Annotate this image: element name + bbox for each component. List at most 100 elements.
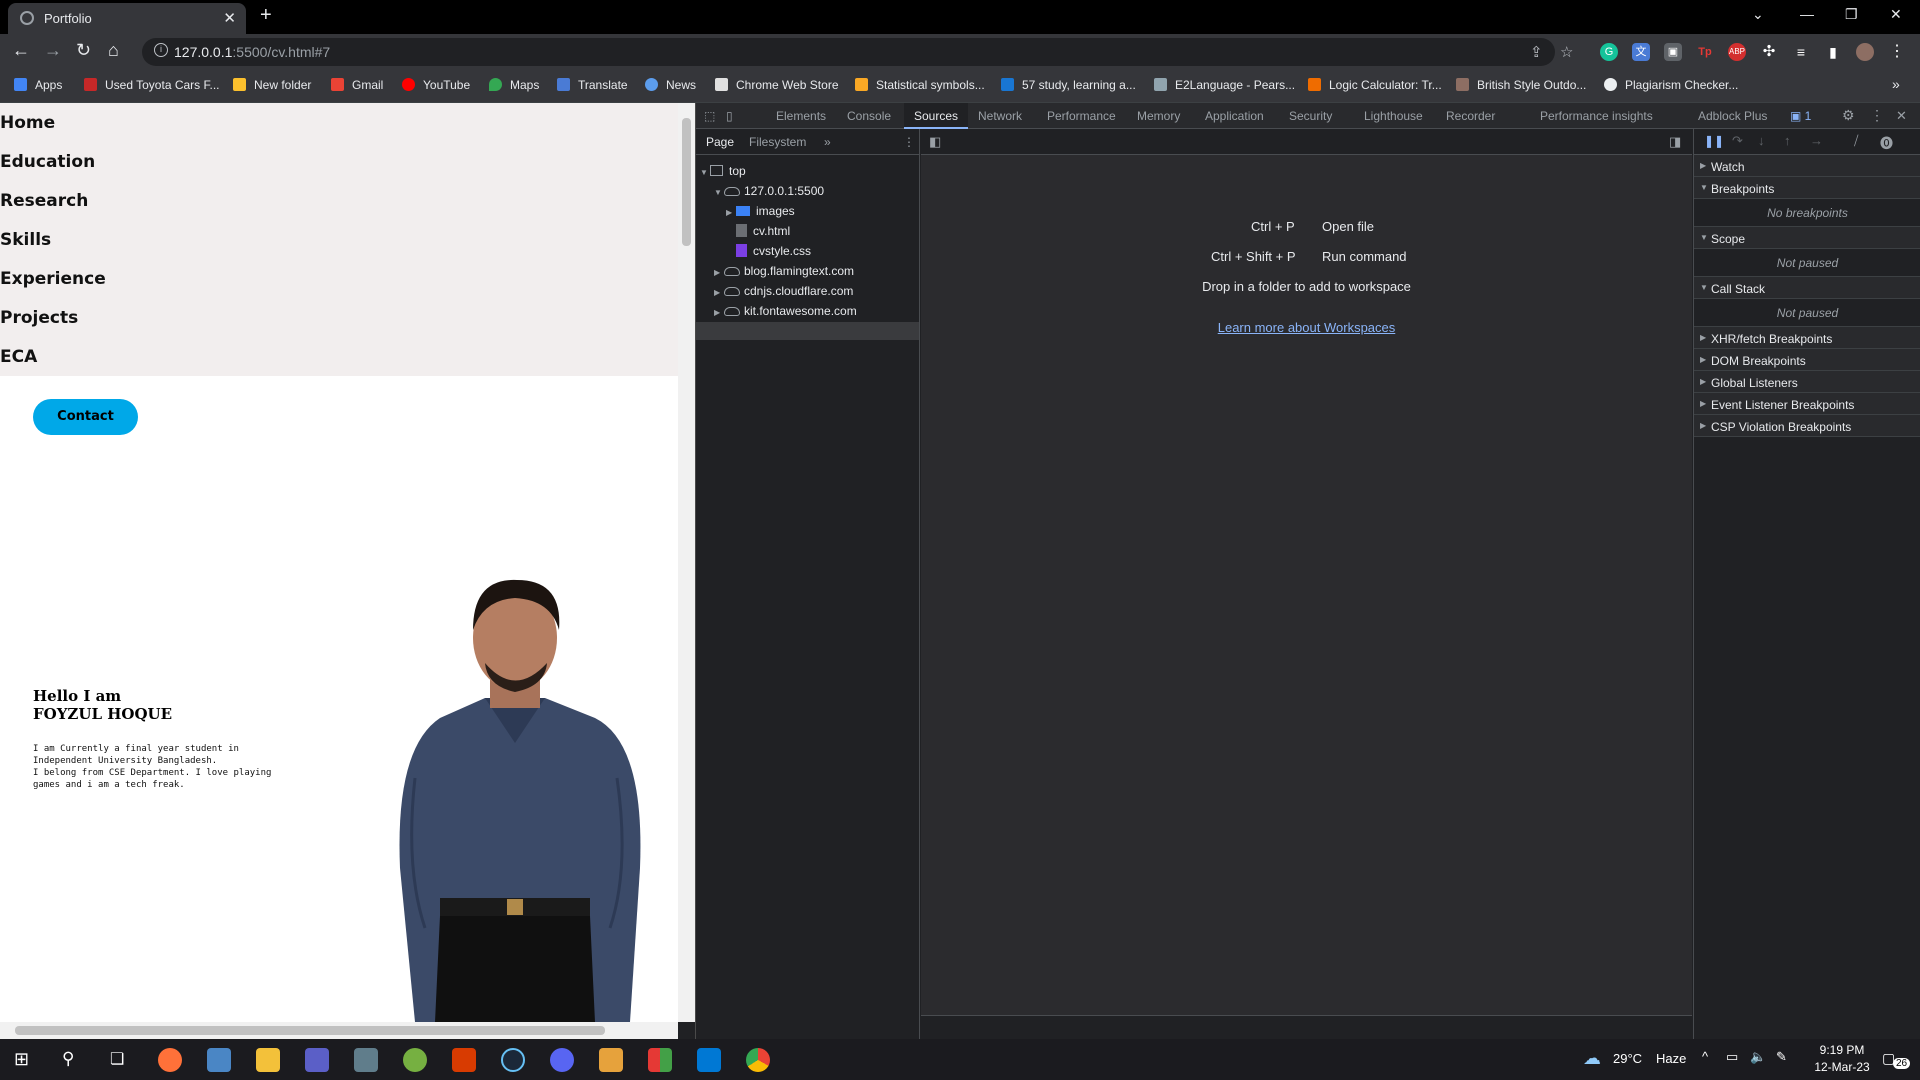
tree-images-folder[interactable]: ▶ images (726, 204, 795, 218)
more-options-icon[interactable]: ⋮ (1870, 107, 1884, 124)
minimize-icon[interactable]: — (1800, 6, 1814, 22)
avatar[interactable] (1856, 43, 1874, 61)
tab-network[interactable]: Network (978, 109, 1022, 123)
pause-icon[interactable]: ❚❚ (1704, 134, 1724, 148)
vscode-icon[interactable] (697, 1048, 721, 1072)
task-view-icon[interactable]: ❏ (110, 1049, 124, 1069)
watch-section[interactable]: ▶ Watch (1694, 155, 1920, 177)
grammarly-icon[interactable]: G (1600, 43, 1618, 61)
search-icon[interactable]: ⚲ (62, 1049, 74, 1069)
page-vertical-scrollbar[interactable] (678, 103, 695, 1022)
page-horizontal-scrollbar[interactable] (0, 1022, 678, 1039)
nav-skills[interactable]: Skills (0, 230, 51, 250)
app-icon[interactable] (648, 1048, 672, 1072)
tree-file-css[interactable]: cvstyle.css (736, 244, 811, 258)
nav-education[interactable]: Education (0, 152, 95, 172)
deactivate-breakpoints-icon[interactable]: ⧸ (1854, 133, 1858, 149)
browser-tab[interactable]: Portfolio ✕ (8, 3, 246, 34)
contact-button[interactable]: Contact (33, 399, 138, 435)
navigator-menu-icon[interactable]: ⋮ (903, 135, 915, 149)
tab-performance[interactable]: Performance (1047, 109, 1116, 123)
tp-ext-icon[interactable]: Tp (1696, 43, 1714, 61)
teams-icon[interactable] (305, 1048, 329, 1072)
tab-memory[interactable]: Memory (1137, 109, 1180, 123)
more-tabs-icon[interactable]: » (824, 135, 831, 149)
bookmark-star-icon[interactable]: ☆ (1560, 43, 1573, 61)
inspect-icon[interactable]: ⬚ (704, 109, 715, 123)
breakpoints-section[interactable]: ▼ Breakpoints (1694, 177, 1920, 199)
volume-icon[interactable]: 🔈 (1750, 1049, 1766, 1065)
tab-elements[interactable]: Elements (776, 109, 826, 123)
toggle-navigator-icon[interactable]: ◧ (929, 134, 941, 150)
bookmark-item[interactable]: E2Language - Pears... (1154, 78, 1295, 92)
bookmark-item[interactable]: News (645, 78, 696, 92)
tree-domain[interactable]: ▶ cdnjs.cloudflare.com (714, 284, 853, 298)
csp-violation-breakpoints-section[interactable]: ▶ CSP Violation Breakpoints (1694, 415, 1920, 437)
close-devtools-icon[interactable]: ✕ (1896, 108, 1907, 124)
bookmark-item[interactable]: YouTube (402, 78, 470, 92)
store-icon[interactable] (354, 1048, 378, 1072)
dom-breakpoints-section[interactable]: ▶ DOM Breakpoints (1694, 349, 1920, 371)
bookmark-item[interactable]: Logic Calculator: Tr... (1308, 78, 1442, 92)
side-panel-icon[interactable]: ▮ (1824, 43, 1842, 61)
toggle-debugger-icon[interactable]: ◨ (1669, 134, 1681, 150)
pen-icon[interactable]: ✎ (1776, 1049, 1787, 1065)
more-bookmarks-icon[interactable]: » (1892, 76, 1900, 92)
tree-file-cv[interactable]: cv.html (736, 224, 790, 238)
tree-domain[interactable]: ▶ blog.flamingtext.com (714, 264, 854, 278)
bookmark-item[interactable]: Used Toyota Cars F... (84, 78, 220, 92)
bookmark-item[interactable]: Chrome Web Store (715, 78, 839, 92)
tray-chevron-icon[interactable]: ^ (1702, 1049, 1708, 1064)
tab-console[interactable]: Console (847, 109, 891, 123)
network-icon[interactable]: ▭ (1726, 1049, 1738, 1065)
bookmark-item[interactable]: Plagiarism Checker... (1604, 78, 1738, 92)
tab-filesystem[interactable]: Filesystem (749, 135, 806, 149)
utorrent-icon[interactable] (403, 1048, 427, 1072)
xhr-breakpoints-section[interactable]: ▶ XHR/fetch Breakpoints (1694, 327, 1920, 349)
chrome-icon[interactable] (746, 1048, 770, 1072)
tab-adblock-plus[interactable]: Adblock Plus (1698, 109, 1767, 123)
settings-icon[interactable]: ⚙ (1842, 107, 1855, 124)
bookmark-item[interactable]: Gmail (331, 78, 383, 92)
issues-badge[interactable]: ▣ 1 (1790, 109, 1811, 123)
back-icon[interactable]: ← (12, 40, 30, 61)
learn-workspaces-link[interactable]: Learn more about Workspaces (921, 320, 1692, 335)
steam-icon[interactable] (501, 1048, 525, 1072)
puzzle-icon[interactable]: ✣ (1760, 43, 1778, 61)
firefox-icon[interactable] (158, 1048, 182, 1072)
office-icon[interactable] (452, 1048, 476, 1072)
clock-time[interactable]: 9:19 PM (1810, 1043, 1874, 1057)
scroll-thumb[interactable] (682, 118, 691, 246)
step-into-icon[interactable]: ↓ (1758, 133, 1765, 148)
tree-top[interactable]: ▼ top (700, 164, 746, 178)
tab-security[interactable]: Security (1289, 109, 1332, 123)
bookmark-item[interactable]: Maps (489, 78, 539, 92)
media-icon[interactable]: ≡ (1792, 43, 1810, 61)
share-icon[interactable]: ⇪ (1530, 43, 1543, 61)
app-icon[interactable] (599, 1048, 623, 1072)
tab-page[interactable]: Page (706, 135, 734, 149)
step-out-icon[interactable]: ↑ (1784, 133, 1791, 148)
forward-icon[interactable]: → (44, 40, 62, 61)
tab-application[interactable]: Application (1205, 109, 1264, 123)
step-over-icon[interactable]: ↷ (1732, 133, 1743, 149)
close-tab-icon[interactable]: ✕ (223, 9, 236, 27)
address-bar[interactable]: i 127.0.0.1:5500/cv.html#7 ⇪ ☆ (142, 38, 1573, 66)
tree-domain[interactable]: ▶ kit.fontawesome.com (714, 304, 857, 318)
site-info-icon[interactable]: i (154, 43, 168, 57)
scroll-thumb[interactable] (15, 1026, 605, 1035)
pause-on-exceptions-icon[interactable]: ⓿ (1880, 133, 1893, 152)
bookmark-item[interactable]: British Style Outdo... (1456, 78, 1586, 92)
tab-performance-insights[interactable]: Performance insights (1540, 109, 1653, 123)
bookmark-item[interactable]: Statistical symbols... (855, 78, 985, 92)
mail-icon[interactable] (207, 1048, 231, 1072)
bookmark-item[interactable]: Apps (14, 78, 62, 92)
windows-start-icon[interactable]: ⊞ (14, 1049, 29, 1070)
global-listeners-section[interactable]: ▶ Global Listeners (1694, 371, 1920, 393)
bookmark-item[interactable]: New folder (233, 78, 311, 92)
home-icon[interactable]: ⌂ (108, 40, 119, 61)
nav-experience[interactable]: Experience (0, 269, 106, 289)
tab-lighthouse[interactable]: Lighthouse (1364, 109, 1423, 123)
weather-condition[interactable]: Haze (1656, 1051, 1686, 1066)
menu-icon[interactable]: ⋮ (1888, 43, 1906, 61)
